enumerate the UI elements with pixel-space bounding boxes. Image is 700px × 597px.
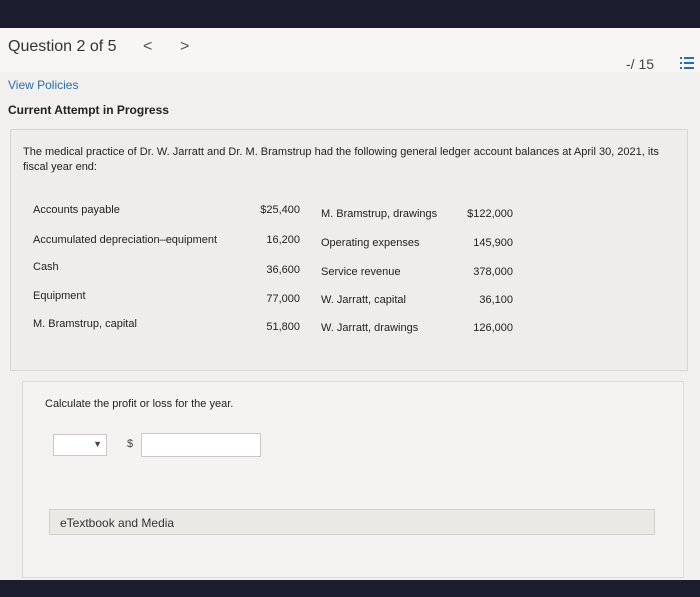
chevron-down-icon: ▼ <box>93 439 102 449</box>
account-name: M. Bramstrup, capital <box>33 318 137 330</box>
etextbook-media-button[interactable]: eTextbook and Media <box>49 509 655 535</box>
next-question-button[interactable]: > <box>180 38 189 56</box>
previous-question-button[interactable]: < <box>143 38 152 56</box>
account-amount: $25,400 <box>260 204 300 216</box>
account-amount: 16,200 <box>266 234 300 246</box>
profit-loss-amount-input[interactable] <box>141 433 261 457</box>
account-amount: $122,000 <box>467 208 513 220</box>
attempt-status: Current Attempt in Progress <box>8 103 169 117</box>
currency-symbol: $ <box>127 438 134 450</box>
ledger-balances: Accounts payable $25,400 Accumulated dep… <box>11 130 687 370</box>
answer-box: Calculate the profit or loss for the yea… <box>22 381 684 578</box>
account-name: M. Bramstrup, drawings <box>321 208 438 220</box>
question-screen: Question 2 of 5 < > -/ 15 View Policies … <box>0 28 700 580</box>
account-name: W. Jarratt, capital <box>321 294 406 306</box>
profit-loss-select[interactable]: ▼ <box>53 434 107 456</box>
score-display: -/ 15 <box>626 56 655 72</box>
account-amount: 36,600 <box>266 264 300 276</box>
account-name: Cash <box>33 261 59 273</box>
account-amount: 378,000 <box>473 266 513 278</box>
view-policies-link[interactable]: View Policies <box>8 78 78 92</box>
account-name: Equipment <box>33 290 86 302</box>
account-amount: 145,900 <box>473 237 513 249</box>
account-amount: 77,000 <box>266 293 300 305</box>
question-header: Question 2 of 5 < > -/ 15 <box>0 28 700 72</box>
account-amount: 36,100 <box>479 294 513 306</box>
etextbook-media-label: eTextbook and Media <box>60 516 175 530</box>
account-name: Accounts payable <box>33 204 120 216</box>
question-counter: Question 2 of 5 <box>8 38 117 55</box>
account-name: Operating expenses <box>321 237 420 249</box>
account-name: W. Jarratt, drawings <box>321 322 419 334</box>
answer-prompt: Calculate the profit or loss for the yea… <box>45 398 234 410</box>
account-name: Accumulated depreciation–equipment <box>33 234 218 246</box>
question-box: The medical practice of Dr. W. Jarratt a… <box>10 129 688 371</box>
account-amount: 126,000 <box>473 322 513 334</box>
account-name: Service revenue <box>321 266 401 278</box>
account-amount: 51,800 <box>266 321 300 333</box>
list-icon[interactable] <box>680 56 694 70</box>
